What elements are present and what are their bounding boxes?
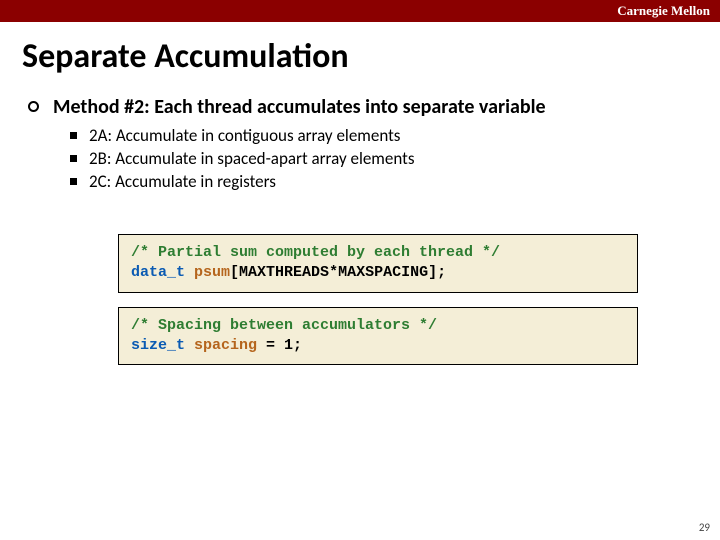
code-var: spacing <box>194 337 257 354</box>
content-area: Method #2: Each thread accumulates into … <box>28 95 720 365</box>
main-bullet-text: Method #2: Each thread accumulates into … <box>53 95 546 119</box>
hollow-circle-icon <box>28 101 39 112</box>
sub-list: 2A: Accumulate in contiguous array eleme… <box>70 125 720 192</box>
code-area: /* Partial sum computed by each thread *… <box>118 234 638 365</box>
square-bullet-icon <box>70 155 77 162</box>
sub-bullet-text: 2C: Accumulate in registers <box>89 171 276 192</box>
code-rest: = 1; <box>257 337 302 354</box>
code-type: data_t <box>131 264 185 281</box>
code-comment: /* Spacing between accumulators */ <box>131 317 437 334</box>
code-block-1: /* Partial sum computed by each thread *… <box>118 234 638 293</box>
main-bullet: Method #2: Each thread accumulates into … <box>28 95 720 119</box>
square-bullet-icon <box>70 132 77 139</box>
brand-label: Carnegie Mellon <box>617 3 710 19</box>
sub-bullet-text: 2A: Accumulate in contiguous array eleme… <box>89 125 400 146</box>
code-comment: /* Partial sum computed by each thread *… <box>131 244 500 261</box>
list-item: 2A: Accumulate in contiguous array eleme… <box>70 125 720 146</box>
code-type: size_t <box>131 337 185 354</box>
sub-bullet-text: 2B: Accumulate in spaced-apart array ele… <box>89 148 414 169</box>
code-block-2: /* Spacing between accumulators */ size_… <box>118 307 638 366</box>
list-item: 2B: Accumulate in spaced-apart array ele… <box>70 148 720 169</box>
square-bullet-icon <box>70 178 77 185</box>
list-item: 2C: Accumulate in registers <box>70 171 720 192</box>
slide-title: Separate Accumulation <box>22 36 720 77</box>
page-number: 29 <box>699 521 710 534</box>
code-rest: [MAXTHREADS*MAXSPACING]; <box>230 264 446 281</box>
header-bar: Carnegie Mellon <box>0 0 720 22</box>
code-var: psum <box>194 264 230 281</box>
